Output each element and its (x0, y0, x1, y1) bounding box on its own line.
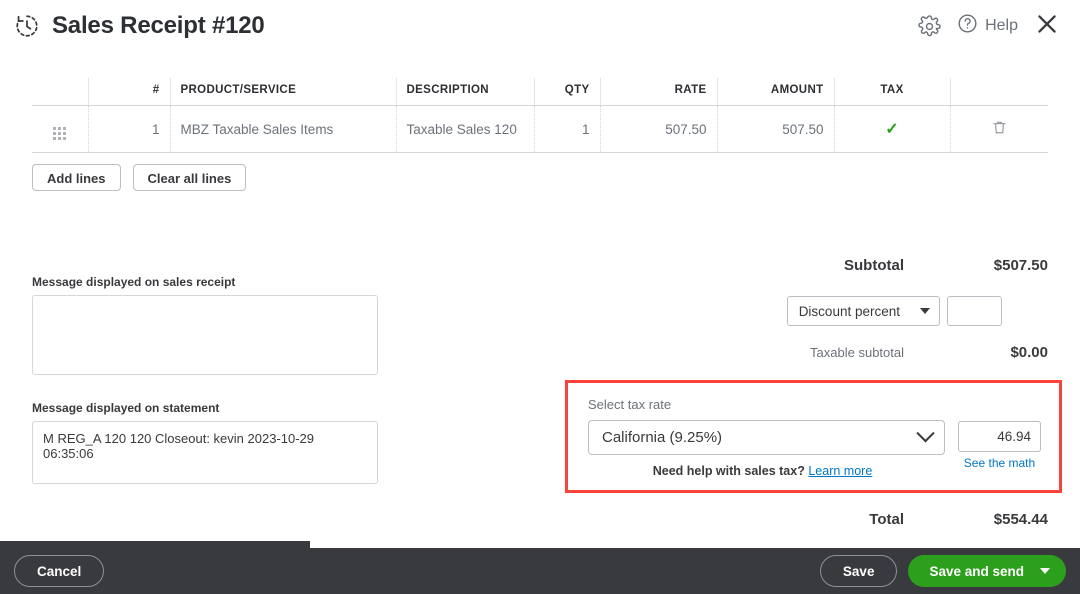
row-rate[interactable]: 507.50 (599, 105, 717, 153)
subtotal-value: $507.50 (993, 257, 1048, 274)
caret-down-icon (920, 308, 930, 314)
column-header-tax: TAX (833, 78, 950, 106)
help-button[interactable]: Help (957, 13, 1018, 39)
column-header-amount: AMOUNT (716, 78, 834, 106)
tax-rate-highlight-box: Select tax rate California (9.25%) Need … (565, 380, 1062, 493)
statement-message-label: Message displayed on statement (32, 401, 220, 415)
help-label: Help (985, 17, 1018, 34)
row-number: 1 (87, 105, 170, 153)
receipt-body: # PRODUCT/SERVICE DESCRIPTION QTY RATE A… (0, 78, 1080, 594)
total-value: $554.44 (993, 511, 1048, 528)
row-drag-cell[interactable] (32, 105, 88, 153)
column-header-delete (949, 78, 1048, 106)
subtotal-label: Subtotal (844, 257, 904, 274)
tax-help-text: Need help with sales tax? Learn more (588, 464, 945, 478)
discount-value-input[interactable] (947, 296, 1002, 326)
total-row: Total $554.44 (558, 511, 1048, 528)
clear-all-lines-button[interactable]: Clear all lines (132, 164, 247, 191)
column-header-description: DESCRIPTION (395, 78, 534, 106)
totals-upper-section: Subtotal $507.50 Discount percent Taxabl… (558, 238, 1048, 361)
row-amount[interactable]: 507.50 (716, 105, 834, 153)
footer-right-actions: Save Save and send (819, 555, 1066, 587)
drag-handle-icon[interactable] (53, 127, 67, 140)
discount-type-label: Discount percent (798, 303, 900, 319)
save-button[interactable]: Save (819, 555, 898, 587)
sales-receipt-message-input[interactable] (32, 295, 378, 375)
save-and-send-label: Save and send (929, 563, 1024, 579)
row-tax-cell[interactable]: ✓ (833, 105, 950, 153)
tax-rate-select[interactable]: California (9.25%) (588, 420, 945, 455)
tax-amount-input[interactable] (958, 421, 1041, 452)
row-qty[interactable]: 1 (533, 105, 600, 153)
column-header-number: # (87, 78, 170, 106)
column-header-product: PRODUCT/SERVICE (169, 78, 396, 106)
add-lines-button[interactable]: Add lines (32, 164, 121, 191)
caret-down-icon[interactable] (1040, 568, 1050, 574)
gear-icon[interactable] (918, 14, 941, 38)
tax-help-question: Need help with sales tax? (652, 464, 805, 478)
total-label: Total (869, 511, 904, 528)
statement-message-input[interactable] (32, 421, 378, 484)
select-tax-rate-label: Select tax rate (588, 397, 672, 412)
page-title: Sales Receipt #120 (52, 12, 265, 39)
column-header-handle (32, 78, 88, 106)
messages-section: Message displayed on sales receipt Messa… (32, 275, 382, 489)
tax-rate-selected-value: California (9.25%) (602, 429, 723, 446)
modal-header: Sales Receipt #120 Help (0, 0, 1080, 52)
checkmark-icon: ✓ (885, 121, 899, 138)
header-left: Sales Receipt #120 (14, 12, 265, 40)
line-items-table: # PRODUCT/SERVICE DESCRIPTION QTY RATE A… (32, 78, 1048, 153)
tax-rate-inner: Select tax rate California (9.25%) Need … (588, 397, 1041, 478)
taxable-subtotal-row: Taxable subtotal $0.00 (558, 344, 1048, 361)
trash-icon[interactable] (991, 121, 1008, 139)
chevron-down-icon (916, 424, 935, 443)
discount-row: Discount percent (558, 296, 1048, 326)
column-header-rate: RATE (599, 78, 717, 106)
header-actions: Help (918, 11, 1060, 42)
close-icon[interactable] (1034, 11, 1060, 42)
save-and-send-button[interactable]: Save and send (908, 555, 1066, 587)
tax-rate-right: See the math (958, 397, 1041, 470)
cancel-button[interactable]: Cancel (14, 555, 105, 587)
tax-rate-left: Select tax rate California (9.25%) Need … (588, 397, 945, 478)
question-circle-icon (957, 13, 978, 39)
taxable-subtotal-label: Taxable subtotal (810, 345, 904, 360)
row-description[interactable]: Taxable Sales 120 (395, 105, 534, 153)
line-action-buttons: Add lines Clear all lines (32, 164, 1048, 191)
table-header-row: # PRODUCT/SERVICE DESCRIPTION QTY RATE A… (32, 78, 1048, 106)
sales-receipt-message-label: Message displayed on sales receipt (32, 275, 236, 289)
row-product-service[interactable]: MBZ Taxable Sales Items (169, 105, 396, 153)
recurring-transaction-icon (14, 13, 40, 39)
subtotal-row: Subtotal $507.50 (558, 257, 1048, 274)
messages-spacer (32, 380, 382, 401)
discount-type-select[interactable]: Discount percent (786, 296, 940, 326)
see-the-math-link[interactable]: See the math (958, 456, 1041, 470)
column-header-qty: QTY (533, 78, 600, 106)
taxable-subtotal-value: $0.00 (1010, 344, 1048, 361)
table-row: 1 MBZ Taxable Sales Items Taxable Sales … (32, 105, 1048, 153)
learn-more-link[interactable]: Learn more (808, 464, 872, 478)
row-delete-cell[interactable] (949, 105, 1048, 153)
modal-footer: Cancel Save Save and send (0, 541, 1080, 594)
